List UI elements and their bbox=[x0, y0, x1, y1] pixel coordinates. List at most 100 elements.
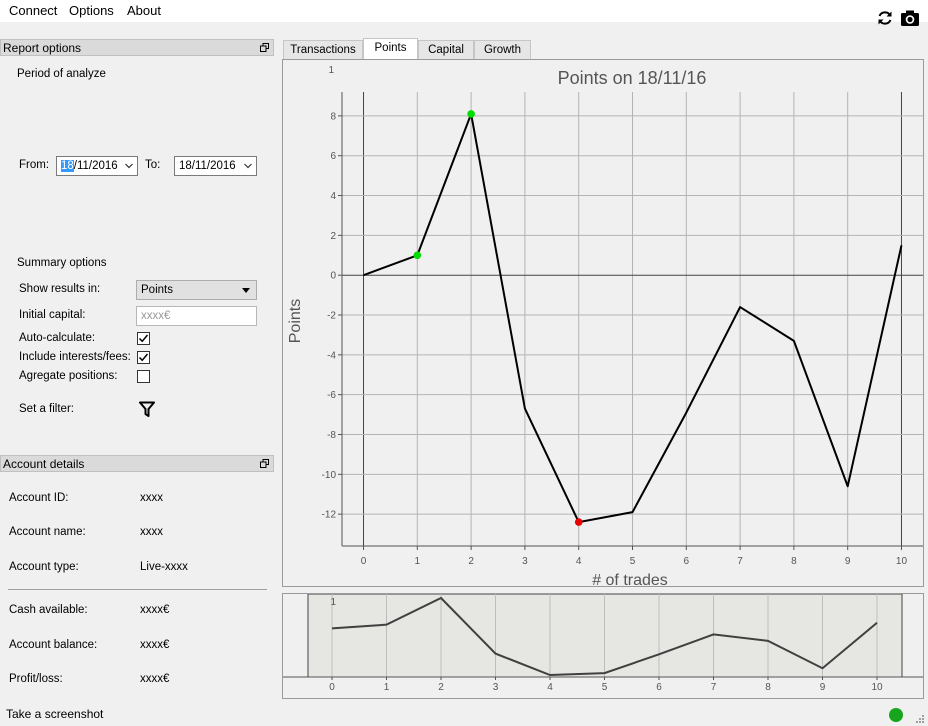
max-point-marker bbox=[413, 251, 422, 260]
initial-capital-input[interactable]: xxxx€ bbox=[136, 306, 257, 326]
overview-x-tick-label: 4 bbox=[547, 682, 553, 693]
x-tick-label: 8 bbox=[791, 556, 797, 567]
overview-corner-tick-label: 1 bbox=[330, 597, 336, 608]
take-screenshot-label[interactable]: Take a screenshot bbox=[6, 707, 103, 721]
y-tick-label: -8 bbox=[327, 430, 336, 441]
tab-transactions-label: Transactions bbox=[290, 44, 356, 56]
x-tick-label: 6 bbox=[684, 556, 690, 567]
overview-chart-frame: 0 1 2 3 4 5 6 7 8 9 10 1 bbox=[282, 593, 924, 699]
account-type-value: Live-xxxx bbox=[140, 561, 188, 573]
overview-x-tick-label: 5 bbox=[602, 682, 608, 693]
overview-x-tick-label: 0 bbox=[329, 682, 335, 693]
tab-growth-label: Growth bbox=[483, 44, 522, 56]
x-tick-label: 3 bbox=[522, 556, 528, 567]
overview-x-tick-label: 3 bbox=[493, 682, 499, 693]
checkmark-icon bbox=[138, 334, 149, 343]
account-details-title-text: Account details bbox=[3, 457, 85, 471]
tab-growth[interactable]: Growth bbox=[474, 40, 531, 59]
chart-title: Points on 18/11/16 bbox=[558, 68, 707, 88]
auto-calculate-label: Auto-calculate: bbox=[19, 332, 96, 344]
account-name-label: Account name: bbox=[9, 526, 86, 538]
resize-grip-icon[interactable] bbox=[914, 713, 925, 724]
menu-options[interactable]: Options bbox=[69, 3, 114, 18]
report-options-title: Report options bbox=[0, 39, 274, 56]
y-tick-label: -4 bbox=[327, 350, 336, 361]
chart-x-axis-label: # of trades bbox=[592, 572, 668, 586]
x-tick-label: 2 bbox=[468, 556, 474, 567]
include-interests-checkbox[interactable] bbox=[137, 351, 150, 364]
account-details-title: Account details bbox=[0, 455, 274, 472]
y-tick-label: 0 bbox=[330, 271, 336, 282]
tab-points-label: Points bbox=[374, 42, 407, 54]
from-date-input[interactable]: 18/11/2016 bbox=[56, 156, 138, 176]
y-tick-label: -2 bbox=[327, 311, 336, 322]
chevron-down-icon[interactable] bbox=[244, 163, 252, 169]
y-tick-label: -10 bbox=[322, 470, 337, 481]
cash-available-label: Cash available: bbox=[9, 604, 88, 616]
y-tick-label: 8 bbox=[330, 111, 336, 122]
y-tick-label: 4 bbox=[330, 191, 336, 202]
overview-x-tick-label: 1 bbox=[384, 682, 390, 693]
x-tick-label: 10 bbox=[896, 556, 908, 567]
overview-x-tick-label: 6 bbox=[656, 682, 662, 693]
menu-connect[interactable]: Connect bbox=[9, 3, 57, 18]
x-tick-label: 4 bbox=[576, 556, 582, 567]
overview-x-tick-label: 2 bbox=[438, 682, 444, 693]
to-label: To: bbox=[145, 159, 161, 171]
initial-capital-placeholder: xxxx€ bbox=[141, 310, 171, 322]
overview-x-tick-label: 9 bbox=[820, 682, 826, 693]
x-tick-label: 5 bbox=[630, 556, 636, 567]
account-id-value: xxxx bbox=[140, 492, 163, 504]
menu-about[interactable]: About bbox=[127, 3, 161, 18]
tab-capital[interactable]: Capital bbox=[418, 40, 474, 59]
from-date-rest: /11/2016 bbox=[73, 160, 118, 172]
summary-options-label: Summary options bbox=[17, 257, 107, 269]
y-tick-label: 2 bbox=[330, 231, 336, 242]
chevron-down-icon[interactable] bbox=[125, 163, 133, 169]
cash-available-value: xxxx€ bbox=[140, 604, 170, 616]
overview-chart[interactable]: 0 1 2 3 4 5 6 7 8 9 10 1 bbox=[283, 593, 923, 698]
chart-tick-labels: 0 1 2 3 4 5 6 7 8 9 10 -12 -10 -8 -6 -4 -2 0 2 4 6 8 bbox=[322, 111, 908, 567]
checkmark-icon bbox=[138, 353, 149, 362]
x-tick-label: 1 bbox=[415, 556, 421, 567]
aggregate-positions-label: Agregate positions: bbox=[19, 370, 118, 382]
account-name-value: xxxx bbox=[140, 526, 163, 538]
account-type-label: Account type: bbox=[9, 561, 79, 573]
chart-y-axis-label: Points bbox=[287, 299, 304, 343]
from-label: From: bbox=[19, 159, 50, 171]
period-label: Period of analyze bbox=[17, 68, 106, 80]
to-date-value: 18/11/2016 bbox=[179, 160, 236, 172]
tab-points[interactable]: Points bbox=[363, 38, 418, 60]
x-tick-label: 7 bbox=[737, 556, 743, 567]
y-tick-label: 6 bbox=[330, 151, 336, 162]
to-date-input[interactable]: 18/11/2016 bbox=[174, 156, 257, 176]
refresh-icon[interactable] bbox=[876, 9, 894, 27]
chart-grid bbox=[342, 92, 923, 546]
camera-icon[interactable] bbox=[900, 9, 920, 27]
tab-capital-label: Capital bbox=[428, 44, 464, 56]
profit-loss-value: xxxx€ bbox=[140, 673, 170, 685]
triangle-down-icon bbox=[242, 288, 250, 293]
divider bbox=[8, 589, 267, 590]
account-balance-value: xxxx€ bbox=[140, 639, 170, 651]
show-results-select[interactable]: Points bbox=[136, 280, 257, 300]
report-options-title-text: Report options bbox=[3, 41, 82, 55]
tab-transactions[interactable]: Transactions bbox=[283, 40, 363, 59]
chart-axes bbox=[338, 92, 923, 550]
aggregate-positions-checkbox[interactable] bbox=[137, 370, 150, 383]
account-id-label: Account ID: bbox=[9, 492, 69, 504]
show-results-value: Points bbox=[141, 284, 173, 296]
menu-bar: Connect Options About bbox=[0, 0, 928, 22]
auto-calculate-checkbox[interactable] bbox=[137, 332, 150, 345]
show-results-label: Show results in: bbox=[19, 283, 101, 295]
overview-x-tick-label: 7 bbox=[711, 682, 717, 693]
y-tick-label: -6 bbox=[327, 390, 336, 401]
connection-status-indicator bbox=[889, 708, 903, 722]
overview-tick-labels: 0 1 2 3 4 5 6 7 8 9 10 bbox=[329, 682, 883, 693]
filter-icon[interactable] bbox=[139, 401, 155, 417]
float-dock-icon[interactable] bbox=[260, 43, 269, 52]
chart-markers bbox=[413, 110, 583, 526]
initial-capital-label: Initial capital: bbox=[19, 309, 86, 321]
float-dock-icon[interactable] bbox=[260, 459, 269, 468]
points-chart[interactable]: 0 1 2 3 4 5 6 7 8 9 10 -12 -10 -8 -6 -4 -2 0 2 4 6 8 Points o… bbox=[283, 60, 923, 589]
